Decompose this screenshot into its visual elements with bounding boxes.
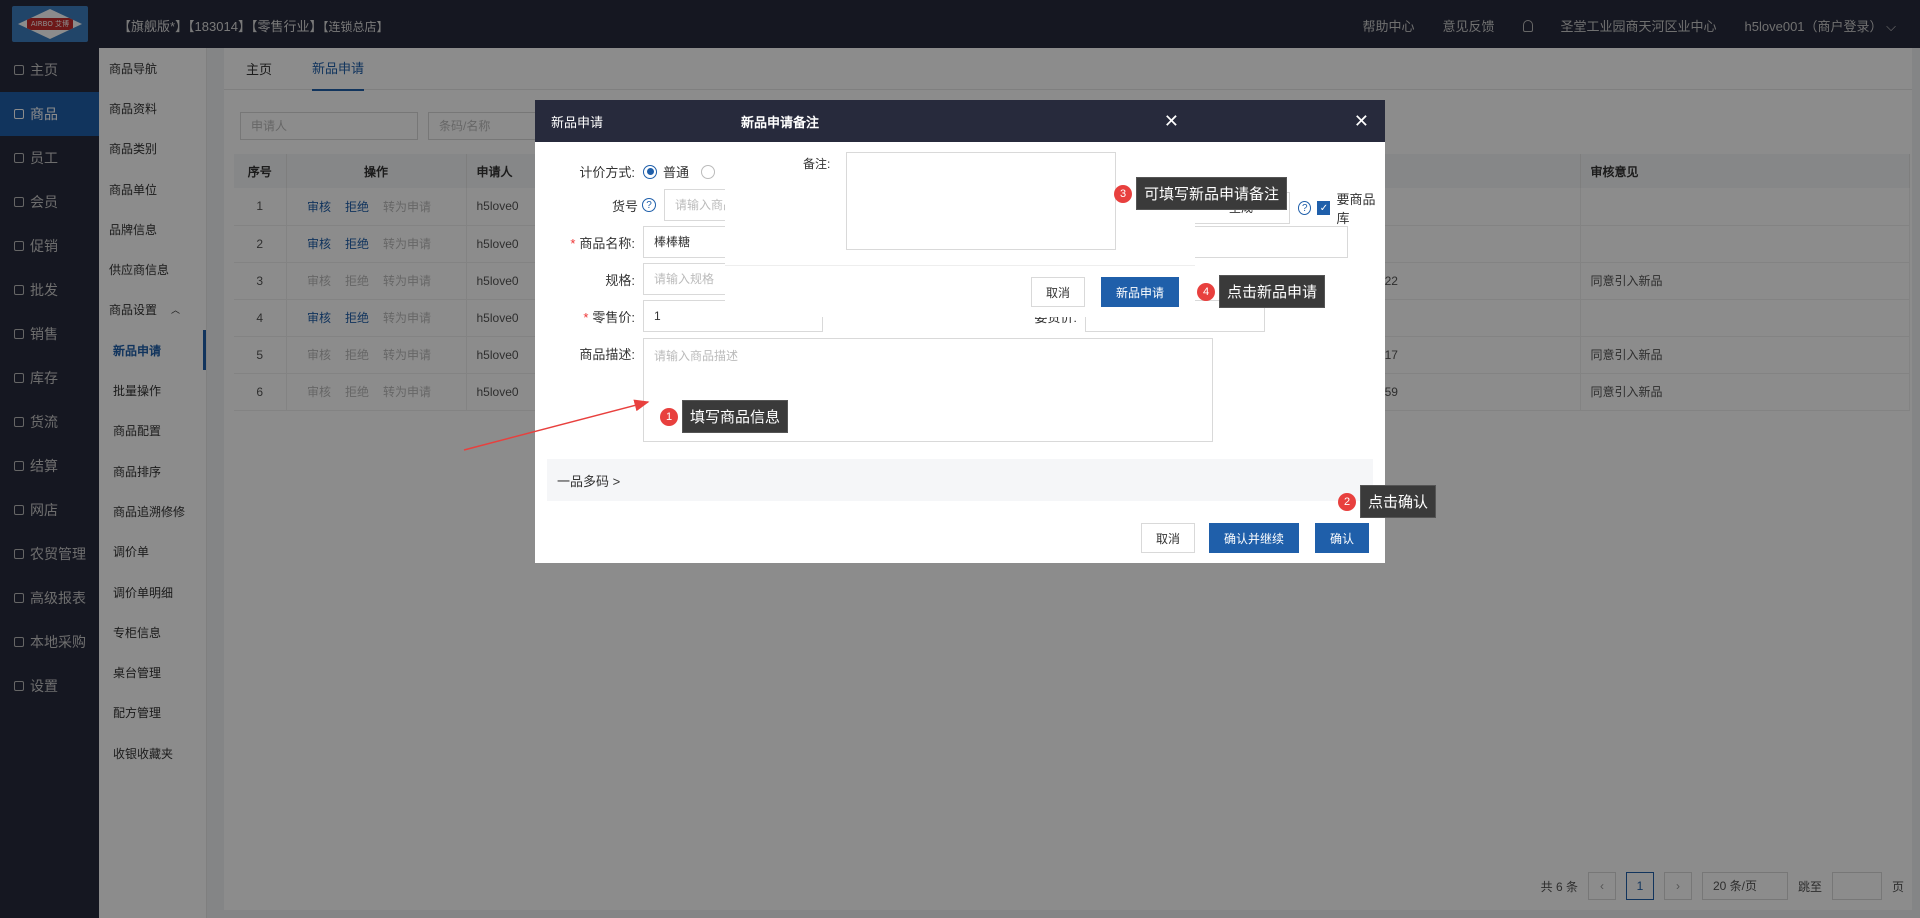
callout-1: 1 填写商品信息	[660, 400, 789, 433]
callout-2-text: 点击确认	[1360, 485, 1437, 518]
callout-3: 3 可填写新品申请备注	[1114, 177, 1288, 210]
callout-4-num: 4	[1197, 282, 1215, 301]
callout-4: 4 点击新品申请	[1197, 275, 1326, 308]
callout-4-text: 点击新品申请	[1219, 275, 1326, 308]
callout-1-num: 1	[660, 407, 678, 426]
callout-1-text: 填写商品信息	[682, 400, 789, 433]
annotation-arrow	[463, 399, 650, 451]
callout-3-num: 3	[1114, 184, 1132, 203]
callout-2-num: 2	[1338, 492, 1356, 511]
callout-2: 2 点击确认	[1338, 485, 1437, 518]
callout-3-text: 可填写新品申请备注	[1136, 177, 1288, 210]
